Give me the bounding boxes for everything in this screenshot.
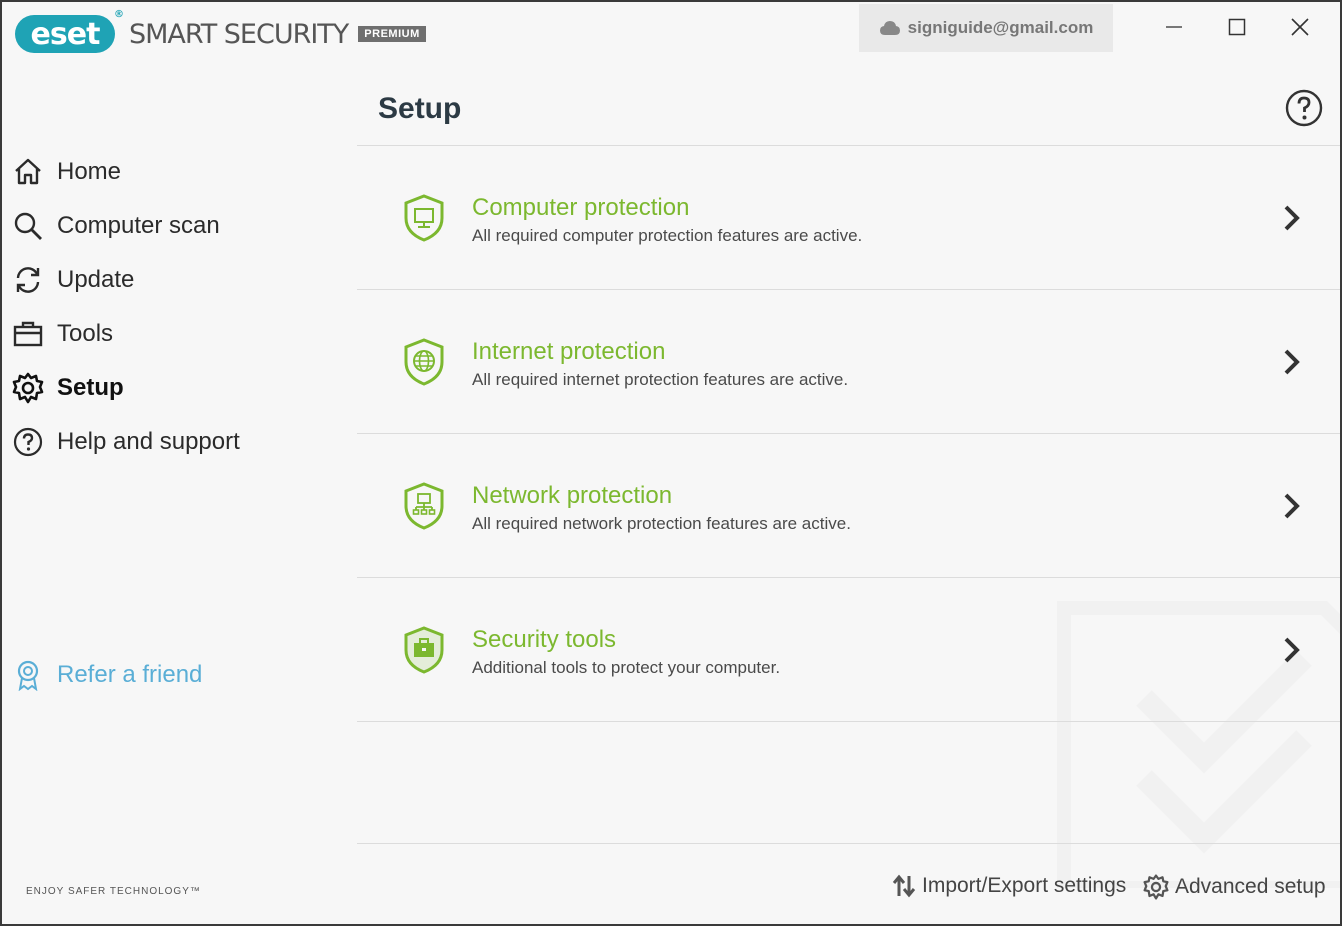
advanced-setup-link[interactable]: Advanced setup: [1143, 874, 1326, 900]
shield-globe-icon: [404, 338, 444, 386]
sidebar-item-label: Update: [57, 266, 135, 293]
main-panel: Setup Computer protection All required c…: [357, 62, 1340, 924]
sidebar-item-label: Help and support: [57, 428, 240, 455]
edition-badge: PREMIUM: [358, 26, 426, 42]
card-description: Additional tools to protect your compute…: [472, 658, 781, 677]
sidebar-item-label: Tools: [57, 320, 114, 347]
setup-card-internet-protection[interactable]: Internet protection All required interne…: [357, 290, 1340, 434]
toolbox-icon: [12, 318, 44, 350]
help-button[interactable]: [1284, 88, 1324, 128]
chevron-right-icon: [1284, 349, 1300, 375]
shield-monitor-icon: [404, 194, 444, 242]
award-ribbon-icon: [12, 659, 44, 691]
gear-icon: [12, 372, 44, 404]
chevron-right-icon: [1284, 493, 1300, 519]
setup-card-network-protection[interactable]: Network protection All required network …: [357, 434, 1340, 578]
shield-toolbox-icon: [404, 626, 444, 674]
sidebar-item-label: Home: [57, 158, 122, 185]
card-description: All required network protection features…: [472, 514, 851, 533]
advanced-setup-label: Advanced setup: [1175, 875, 1326, 898]
sidebar-item-home[interactable]: Home: [12, 152, 121, 192]
question-circle-icon: [1285, 89, 1323, 127]
setup-card-computer-protection[interactable]: Computer protection All required compute…: [357, 146, 1340, 290]
card-title: Network protection: [472, 482, 673, 509]
tagline: ENJOY SAFER TECHNOLOGY™: [26, 886, 201, 897]
search-icon: [12, 210, 44, 242]
refresh-icon: [12, 264, 44, 296]
account-button[interactable]: signiguide@gmail.com: [859, 4, 1113, 52]
sidebar-item-help-and-support[interactable]: Help and support: [12, 422, 240, 462]
setup-card-security-tools[interactable]: Security tools Additional tools to prote…: [357, 578, 1340, 722]
card-description: All required computer protection feature…: [472, 226, 863, 245]
refer-label: Refer a friend: [57, 661, 203, 688]
footer-divider: [357, 843, 1340, 844]
title-bar: eset ® SMART SECURITY PREMIUM signiguide…: [2, 2, 1340, 62]
minimize-button[interactable]: [1154, 12, 1194, 42]
sidebar: Home Computer scan Update Tools Setup He…: [2, 62, 357, 924]
import-export-settings-link[interactable]: Import/Export settings: [892, 874, 1126, 898]
sidebar-item-label: Computer scan: [57, 212, 220, 239]
chevron-right-icon: [1284, 637, 1300, 663]
page-title: Setup: [378, 92, 462, 125]
cloud-icon: [879, 21, 900, 35]
home-icon: [12, 156, 44, 188]
shield-network-icon: [404, 482, 444, 530]
gear-icon: [1143, 874, 1169, 900]
eset-badge: eset ®: [15, 9, 124, 53]
account-email: signiguide@gmail.com: [907, 18, 1094, 37]
question-circle-icon: [12, 426, 44, 458]
import-export-icon: [892, 874, 916, 898]
maximize-button[interactable]: [1217, 12, 1257, 42]
card-description: All required internet protection feature…: [472, 370, 849, 389]
divider: [357, 721, 1340, 722]
minimize-icon: [1166, 26, 1182, 28]
import-export-label: Import/Export settings: [922, 874, 1127, 897]
maximize-icon: [1228, 18, 1246, 36]
card-title: Computer protection: [472, 194, 690, 221]
card-title: Internet protection: [472, 338, 666, 365]
sidebar-item-tools[interactable]: Tools: [12, 314, 113, 354]
sidebar-item-computer-scan[interactable]: Computer scan: [12, 206, 220, 246]
sidebar-item-label: Setup: [57, 374, 124, 401]
app-window: eset ® SMART SECURITY PREMIUM signiguide…: [0, 0, 1342, 926]
chevron-right-icon: [1284, 205, 1300, 231]
brand-name: eset: [30, 16, 101, 52]
close-button[interactable]: [1280, 12, 1320, 42]
eset-logo: eset ® SMART SECURITY PREMIUM: [15, 9, 426, 53]
card-title: Security tools: [472, 626, 617, 653]
sidebar-item-setup[interactable]: Setup: [12, 368, 124, 408]
sidebar-item-update[interactable]: Update: [12, 260, 134, 300]
product-name: SMART SECURITY: [129, 18, 349, 50]
close-icon: [1291, 18, 1309, 36]
refer-a-friend-link[interactable]: Refer a friend: [12, 655, 202, 695]
